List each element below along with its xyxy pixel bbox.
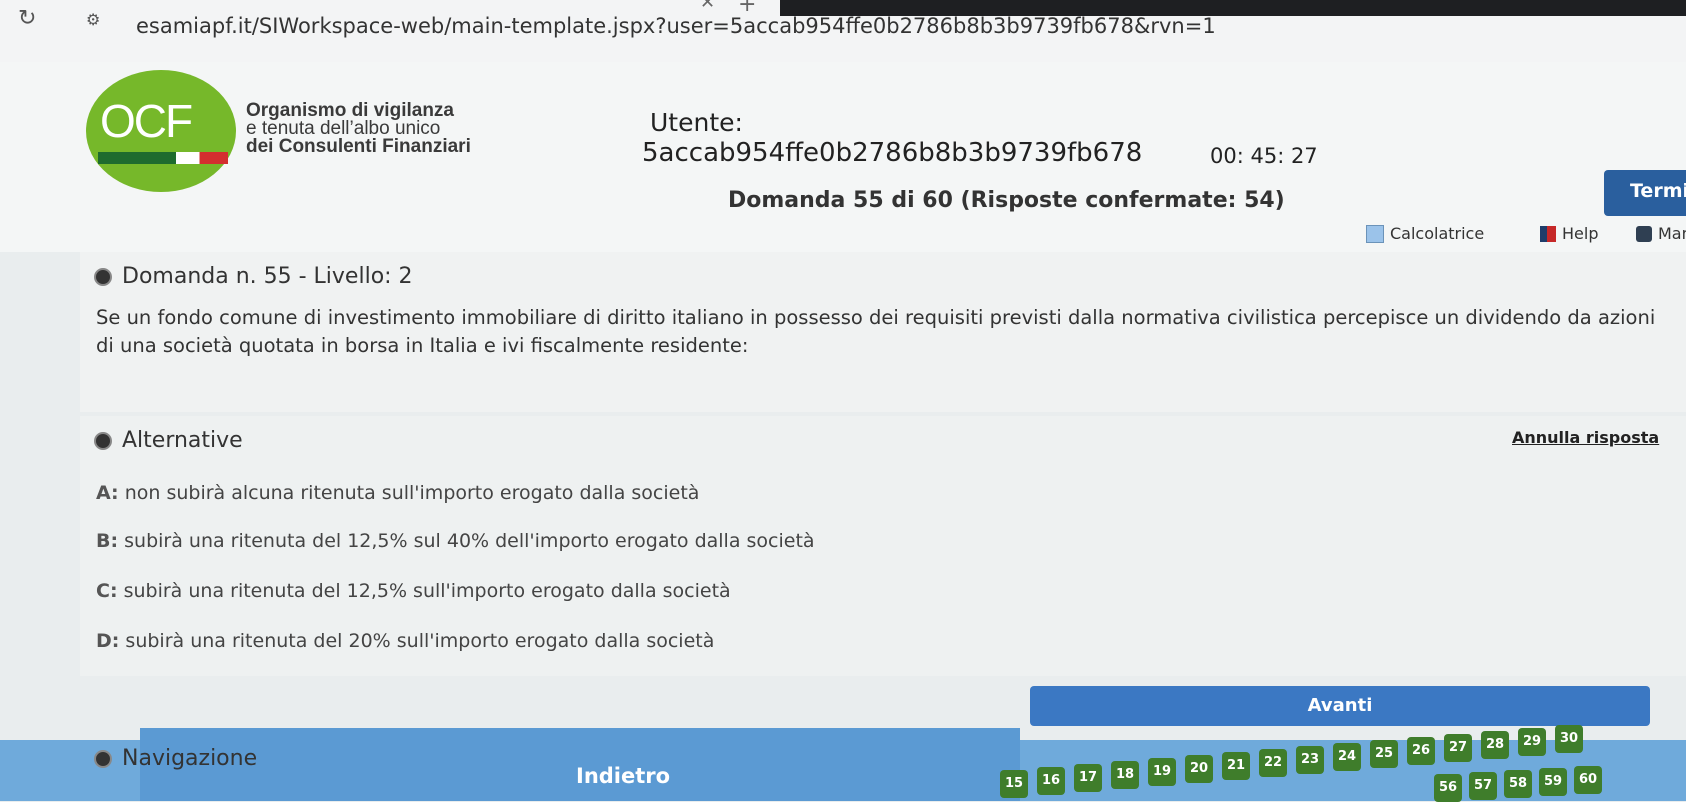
question-number-16[interactable]: 16 (1037, 767, 1065, 795)
question-text: Se un fondo comune di investimento immob… (96, 306, 1656, 357)
user-id: 5accab954ffe0b2786b8b3b9739fb678 (642, 138, 1143, 168)
alternative-letter: B: (96, 530, 119, 552)
alternative-letter: C: (96, 580, 118, 602)
user-label: Utente: (650, 108, 743, 137)
question-number-27[interactable]: 27 (1444, 734, 1472, 762)
question-title-text: Domanda n. 55 - Livello: 2 (122, 264, 413, 289)
question-number-58[interactable]: 58 (1504, 770, 1532, 798)
question-number-17[interactable]: 17 (1074, 764, 1102, 792)
question-number-18[interactable]: 18 (1111, 761, 1139, 789)
question-number-29[interactable]: 29 (1518, 728, 1546, 756)
calculator-button[interactable]: Calcolatrice (1366, 224, 1484, 243)
help-button[interactable]: Help (1540, 224, 1598, 243)
alternative-letter: A: (96, 482, 119, 504)
back-button-label: Indietro (576, 764, 671, 788)
alternatives-title-text: Alternative (122, 428, 243, 453)
termina-button[interactable]: Termir (1604, 170, 1686, 216)
section-bullet-icon (94, 267, 112, 286)
organization-name: Organismo di vigilanza e tenuta dell’alb… (246, 101, 471, 157)
question-number-20[interactable]: 20 (1185, 755, 1213, 783)
alternative-d[interactable]: D: subirà una ritenuta del 20% sull'impo… (96, 630, 714, 652)
alternative-letter: D: (96, 630, 120, 652)
org-line-3: dei Consulenti Finanziari (246, 136, 471, 157)
next-button[interactable]: Avanti (1030, 686, 1650, 726)
section-bullet-icon (94, 749, 112, 768)
question-number-59[interactable]: 59 (1539, 768, 1567, 796)
alternative-a[interactable]: A: non subirà alcuna ritenuta sull'impor… (96, 482, 699, 504)
calculator-label: Calcolatrice (1390, 224, 1485, 243)
question-number-24[interactable]: 24 (1333, 743, 1361, 771)
calculator-icon (1366, 224, 1384, 243)
question-number-60[interactable]: 60 (1574, 766, 1602, 794)
close-tab-icon[interactable]: ✕ (700, 0, 715, 13)
question-title: Domanda n. 55 - Livello: 2 (94, 264, 413, 289)
manual-label: Manu (1658, 224, 1686, 243)
help-label: Help (1562, 224, 1599, 243)
question-number-22[interactable]: 22 (1259, 749, 1287, 777)
logo-stripe (98, 152, 228, 164)
address-bar[interactable]: esamiapf.it/SIWorkspace-web/main-templat… (136, 14, 1216, 38)
question-number-57[interactable]: 57 (1469, 772, 1497, 800)
question-counter: Domanda 55 di 60 (Risposte confermate: 5… (728, 188, 1285, 213)
question-number-56[interactable]: 56 (1434, 774, 1462, 802)
navigation-title: Navigazione (94, 746, 257, 771)
cancel-answer-link[interactable]: Annulla risposta (1512, 428, 1659, 447)
browser-toolbar: ✕ + ↻ ⚙ esamiapf.it/SIWorkspace-web/main… (0, 0, 1686, 63)
site-settings-icon[interactable]: ⚙ (86, 10, 108, 32)
manual-icon (1636, 225, 1652, 242)
question-number-26[interactable]: 26 (1407, 737, 1435, 765)
question-number-19[interactable]: 19 (1148, 758, 1176, 786)
section-bullet-icon (94, 431, 112, 450)
help-icon (1540, 225, 1556, 242)
alternative-c[interactable]: C: subirà una ritenuta del 12,5% sull'im… (96, 580, 731, 602)
alternative-text: non subirà alcuna ritenuta sull'importo … (124, 482, 700, 504)
alternative-text: subirà una ritenuta del 12,5% sul 40% de… (124, 530, 815, 552)
manual-button[interactable]: Manu (1636, 224, 1686, 243)
alternative-b[interactable]: B: subirà una ritenuta del 12,5% sul 40%… (96, 530, 815, 552)
question-number-21[interactable]: 21 (1222, 752, 1250, 780)
question-number-23[interactable]: 23 (1296, 746, 1324, 774)
alternatives-title: Alternative (94, 428, 243, 453)
back-button[interactable]: Indietro (140, 728, 1020, 801)
ocf-logo: OCF (86, 70, 236, 192)
exam-header: OCF Organismo di vigilanza e tenuta dell… (0, 62, 1686, 252)
alternative-text: subirà una ritenuta del 20% sull'importo… (125, 630, 715, 652)
exam-timer: 00: 45: 27 (1210, 144, 1318, 168)
question-number-28[interactable]: 28 (1481, 731, 1509, 759)
question-number-15[interactable]: 15 (1000, 770, 1028, 798)
alternative-text: subirà una ritenuta del 12,5% sull'impor… (123, 580, 731, 602)
logo-text: OCF (100, 95, 193, 147)
reload-icon[interactable]: ↻ (18, 6, 36, 31)
navigation-title-text: Navigazione (122, 746, 258, 771)
question-number-30[interactable]: 30 (1555, 725, 1583, 753)
question-number-25[interactable]: 25 (1370, 740, 1398, 768)
